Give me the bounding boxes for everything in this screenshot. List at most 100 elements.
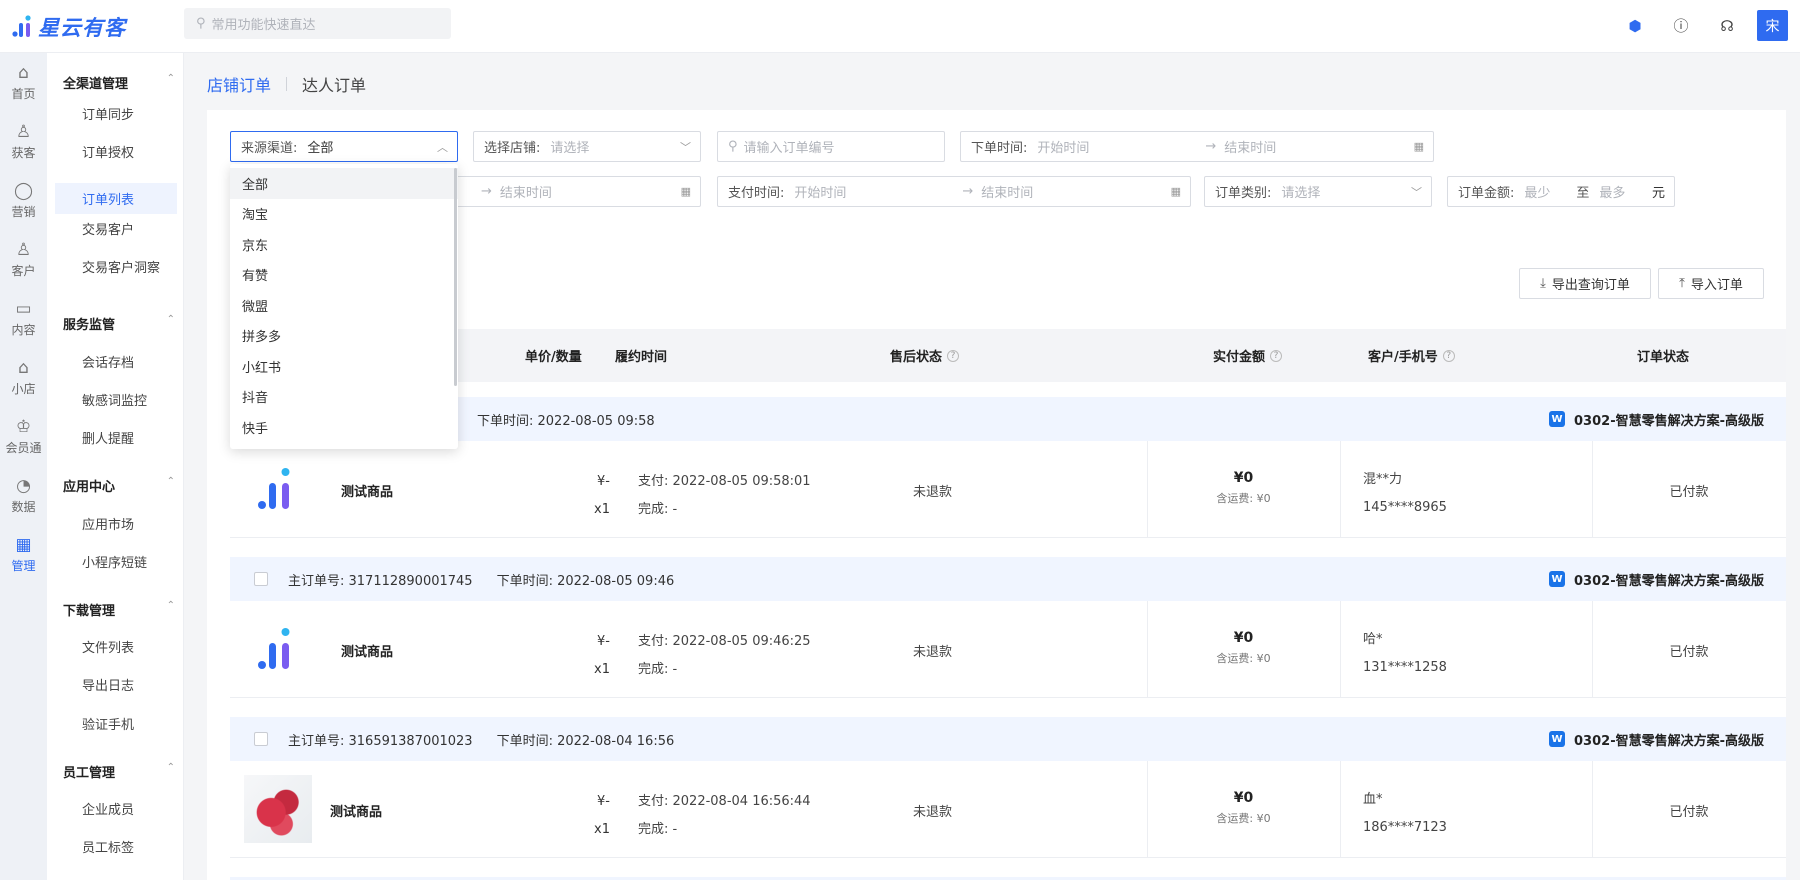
menu-item-order-auth[interactable]: 订单授权 bbox=[55, 136, 177, 167]
rail-item-home[interactable]: ⌂ 首页 bbox=[0, 53, 47, 112]
rail-item-marketing[interactable]: ◯ 营销 bbox=[0, 171, 47, 230]
menu-item-file-list[interactable]: 文件列表 bbox=[55, 631, 177, 662]
order-number-input[interactable]: ⚲ 请输入订单编号 bbox=[717, 131, 945, 162]
secondary-menu: 全渠道管理 ⌃ 订单同步 订单授权 订单列表 交易客户 交易客户洞察 服务监管 ⌃ … bbox=[47, 53, 184, 880]
menu-item-chat-archive[interactable]: 会话存档 bbox=[55, 346, 177, 377]
question-icon[interactable]: ? bbox=[1442, 349, 1455, 362]
menu-item-delete-alert[interactable]: 删人提醒 bbox=[55, 422, 177, 453]
app-logo[interactable]: 星云有客 bbox=[10, 12, 126, 42]
menu-item-verify-phone[interactable]: 验证手机 bbox=[55, 708, 177, 739]
headset-icon[interactable]: ☊ bbox=[1711, 11, 1743, 41]
source-channel-dropdown: 全部 淘宝 京东 有赞 微盟 拼多多 小红书 抖音 快手 bbox=[230, 164, 458, 449]
rail-item-acquire[interactable]: ♙ 获客 bbox=[0, 112, 47, 171]
user-avatar[interactable]: 宋 bbox=[1757, 10, 1788, 41]
global-search-input[interactable]: ⚲ 常用功能快速直达 bbox=[184, 8, 451, 39]
menu-item-order-list[interactable]: 订单列表 bbox=[55, 183, 177, 214]
dropdown-scrollbar[interactable] bbox=[454, 168, 457, 386]
menu-item-export-log[interactable]: 导出日志 bbox=[55, 669, 177, 700]
dropdown-option-weimob[interactable]: 微盟 bbox=[230, 290, 458, 321]
app-name: 星云有客 bbox=[38, 16, 126, 40]
import-orders-button[interactable]: ⤒ 导入订单 bbox=[1658, 268, 1764, 299]
menu-item-app-market[interactable]: 应用市场 bbox=[55, 508, 177, 539]
tab-store-orders[interactable]: 店铺订单 bbox=[207, 72, 271, 96]
product-name[interactable]: 测试商品 bbox=[341, 481, 393, 500]
menu-group-apps[interactable]: 应用中心 ⌃ bbox=[63, 476, 175, 495]
dropdown-option-taobao[interactable]: 淘宝 bbox=[230, 199, 458, 230]
search-icon: ⚲ bbox=[196, 16, 206, 31]
chevron-up-icon: ︿ bbox=[437, 140, 448, 154]
product-logo-image bbox=[258, 468, 290, 509]
home-icon: ⌂ bbox=[18, 63, 29, 83]
order-row[interactable]: 测试商品 ¥- x1 支付: 2022-08-05 09:58:01 完成: - 未… bbox=[230, 441, 1786, 538]
unit-price: ¥- bbox=[597, 474, 610, 489]
menu-item-order-sync[interactable]: 订单同步 bbox=[55, 98, 177, 129]
rail-item-member[interactable]: ♔ 会员通 bbox=[0, 407, 47, 466]
dropdown-option-kuaishou[interactable]: 快手 bbox=[230, 412, 458, 443]
order-time: 下单时间: 2022-08-05 09:46 bbox=[496, 573, 675, 589]
menu-item-trade-customers[interactable]: 交易客户 bbox=[55, 213, 177, 244]
order-type-select[interactable]: 订单类别: 请选择 ﹀ bbox=[1204, 176, 1432, 207]
menu-item-members[interactable]: 企业成员 bbox=[55, 793, 177, 824]
rail-item-manage[interactable]: ▦ 管理 bbox=[0, 525, 47, 584]
menu-item-staff-tags[interactable]: 员工标签 bbox=[55, 831, 177, 862]
rail-item-data[interactable]: ◔ 数据 bbox=[0, 466, 47, 525]
member-icon: ♔ bbox=[15, 417, 32, 437]
rail-item-content[interactable]: ▭ 内容 bbox=[0, 289, 47, 348]
pay-time: 支付: 2022-08-04 16:56:44 bbox=[638, 794, 811, 809]
paid-amount: ¥0 bbox=[1233, 790, 1254, 806]
menu-group-downloads[interactable]: 下载管理 ⌃ bbox=[63, 600, 175, 619]
wechat-shop-icon: W bbox=[1549, 571, 1566, 587]
menu-group-omnichannel[interactable]: 全渠道管理 ⌃ bbox=[63, 73, 175, 92]
menu-item-customer-insight[interactable]: 交易客户洞察 bbox=[55, 251, 177, 282]
user-add-icon: ♙ bbox=[15, 122, 32, 142]
rail-item-shop[interactable]: ⌂ 小店 bbox=[0, 348, 47, 407]
order-amount-range[interactable]: 订单金额: 最少 至 最多 元 bbox=[1447, 176, 1675, 207]
order-time-range[interactable]: 下单时间: 开始时间 → 结束时间 ▦ bbox=[960, 131, 1434, 162]
product-name[interactable]: 测试商品 bbox=[341, 641, 393, 660]
chevron-down-icon: ﹀ bbox=[1411, 185, 1422, 199]
order-status: 已付款 bbox=[1669, 805, 1709, 820]
menu-item-mini-link[interactable]: 小程序短链 bbox=[55, 546, 177, 577]
product-logo-image bbox=[258, 628, 290, 669]
order-checkbox[interactable] bbox=[254, 732, 268, 746]
chevron-up-icon: ⌃ bbox=[166, 762, 175, 773]
menu-item-sensitive-words[interactable]: 敏感词监控 bbox=[55, 384, 177, 415]
order-row[interactable]: 测试商品 ¥- x1 支付: 2022-08-04 16:56:44 完成: - 未… bbox=[230, 761, 1786, 858]
search-icon: ⚲ bbox=[728, 139, 738, 154]
folder-icon: ▭ bbox=[15, 299, 32, 319]
pay-time-range[interactable]: 支付时间: 开始时间 → 结束时间 ▦ bbox=[717, 176, 1191, 207]
dropdown-option-douyin[interactable]: 抖音 bbox=[230, 382, 458, 413]
unit-price: ¥- bbox=[597, 634, 610, 649]
order-row[interactable]: 测试商品 ¥- x1 支付: 2022-08-05 09:46:25 完成: - 未… bbox=[230, 601, 1786, 698]
order-tabs: 店铺订单 达人订单 bbox=[207, 72, 366, 96]
customer-name: 哈* bbox=[1363, 632, 1383, 647]
dropdown-option-all[interactable]: 全部 bbox=[230, 168, 458, 199]
store-select[interactable]: 选择店铺: 请选择 ﹀ bbox=[473, 131, 701, 162]
tab-influencer-orders[interactable]: 达人订单 bbox=[302, 72, 366, 96]
dropdown-option-jd[interactable]: 京东 bbox=[230, 229, 458, 260]
security-shield-icon[interactable]: ⬢ bbox=[1619, 11, 1651, 41]
dropdown-option-pinduoduo[interactable]: 拼多多 bbox=[230, 321, 458, 352]
paid-amount: ¥0 bbox=[1233, 470, 1254, 486]
amount-min-input[interactable]: 最少 bbox=[1524, 182, 1550, 201]
shipping-fee: 含运费: ¥0 bbox=[1216, 652, 1271, 665]
menu-group-service[interactable]: 服务监管 ⌃ bbox=[63, 314, 175, 333]
dropdown-option-xiaohongshu[interactable]: 小红书 bbox=[230, 351, 458, 382]
menu-group-staff[interactable]: 员工管理 ⌃ bbox=[63, 762, 175, 781]
order-checkbox[interactable] bbox=[254, 572, 268, 586]
bulb-icon: ◯ bbox=[13, 181, 34, 201]
chevron-up-icon: ⌃ bbox=[166, 314, 175, 325]
export-orders-button[interactable]: ⤓ 导出查询订单 bbox=[1519, 268, 1651, 299]
source-channel-select[interactable]: 来源渠道: 全部 ︿ bbox=[230, 131, 458, 162]
shop-name: W 0302-智慧零售解决方案-高级版 bbox=[1549, 730, 1764, 749]
help-icon[interactable]: ⓘ bbox=[1665, 11, 1697, 41]
amount-max-input[interactable]: 最多 bbox=[1599, 182, 1625, 201]
question-icon[interactable]: ? bbox=[1270, 349, 1283, 362]
product-name[interactable]: 测试商品 bbox=[330, 801, 382, 820]
order-time: 下单时间: 2022-08-05 09:58 bbox=[477, 413, 655, 429]
pay-time: 支付: 2022-08-05 09:46:25 bbox=[638, 634, 811, 649]
question-icon[interactable]: ? bbox=[947, 349, 960, 362]
tab-divider bbox=[286, 77, 288, 91]
rail-item-customers[interactable]: ♙ 客户 bbox=[0, 230, 47, 289]
dropdown-option-youzan[interactable]: 有赞 bbox=[230, 260, 458, 291]
